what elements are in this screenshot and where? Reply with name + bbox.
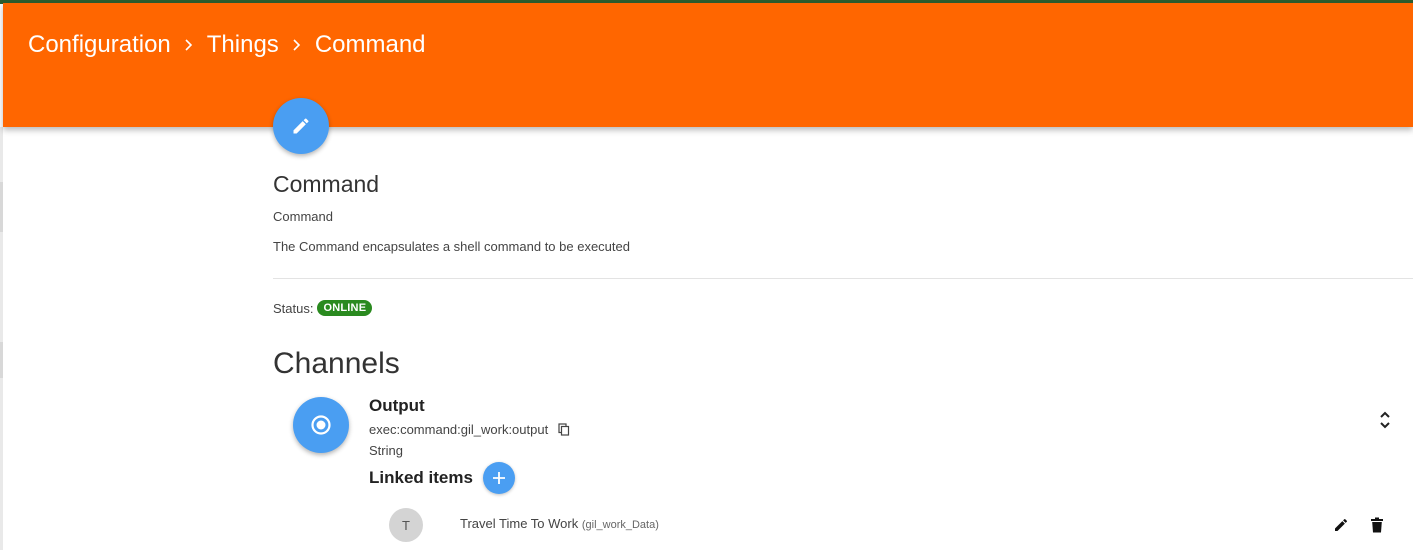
- chevron-right-icon: [279, 38, 315, 52]
- status-badge: ONLINE: [317, 300, 373, 316]
- edit-thing-button[interactable]: [273, 98, 329, 154]
- delete-link-button[interactable]: [1368, 516, 1386, 534]
- edit-link-button[interactable]: [1332, 516, 1350, 534]
- app-header: Configuration Things Command: [3, 3, 1413, 127]
- breadcrumb-things[interactable]: Things: [207, 31, 279, 59]
- copy-icon[interactable]: [558, 423, 570, 436]
- channels-heading: Channels: [273, 347, 400, 380]
- linked-item-avatar: T: [389, 508, 423, 542]
- thing-description: The Command encapsulates a shell command…: [273, 239, 630, 254]
- channel-uid: exec:command:gil_work:output: [369, 422, 549, 437]
- status-row: Status: ONLINE: [273, 300, 373, 316]
- status-label: Status:: [273, 300, 314, 316]
- plus-icon: [492, 471, 506, 485]
- breadcrumb: Configuration Things Command: [28, 30, 426, 60]
- pencil-icon: [291, 116, 311, 136]
- linked-item-label: Travel Time To Work: [460, 516, 579, 531]
- thing-title: Command: [273, 171, 380, 197]
- divider: [273, 278, 1413, 279]
- pencil-icon: [1333, 517, 1349, 533]
- channel-type: String: [369, 443, 403, 458]
- channel-uid-row: exec:command:gil_work:output: [369, 422, 570, 437]
- linked-items-label: Linked items: [369, 468, 473, 487]
- collapse-chevrons-icon: [1379, 411, 1391, 429]
- thing-label: Command: [273, 209, 333, 224]
- radio-target-icon: [310, 414, 332, 436]
- collapse-channel-button[interactable]: [1375, 409, 1395, 431]
- trash-icon: [1370, 517, 1384, 533]
- breadcrumb-configuration[interactable]: Configuration: [28, 31, 171, 59]
- channel-icon-button[interactable]: [293, 397, 349, 453]
- linked-item[interactable]: Travel Time To Work (gil_work_Data): [460, 516, 659, 531]
- channel-name: Output: [369, 396, 425, 415]
- breadcrumb-command: Command: [314, 31, 426, 58]
- chevron-right-icon: [171, 38, 207, 52]
- linked-item-name: (gil_work_Data): [581, 519, 659, 531]
- left-edge: [0, 127, 3, 550]
- add-linked-item-button[interactable]: [483, 462, 515, 494]
